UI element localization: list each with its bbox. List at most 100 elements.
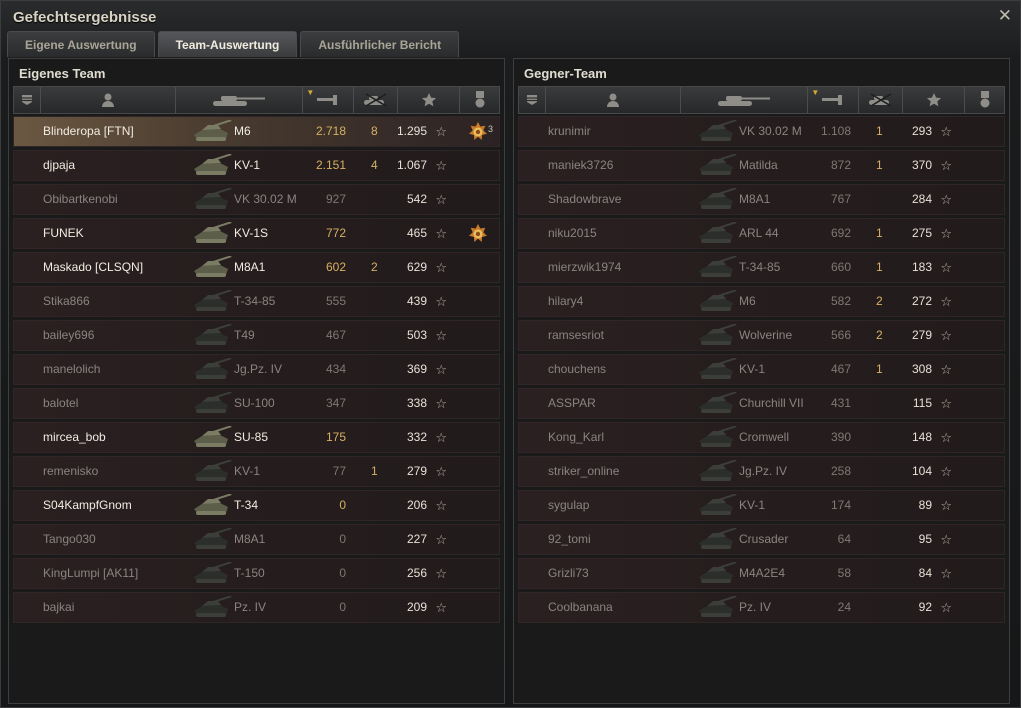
table-row[interactable]: maniek3726 Matilda 872 1 370 ☆ xyxy=(518,150,1005,181)
enemy-header-player[interactable] xyxy=(546,87,681,113)
tank-icon xyxy=(695,119,739,144)
tank-icon xyxy=(190,493,234,518)
table-row[interactable]: bailey696 T49 467 503 ☆ xyxy=(13,320,500,351)
medal-count: 3 xyxy=(487,124,493,134)
table-row[interactable]: Obibartkenobi VK 30.02 M 927 542 ☆ xyxy=(13,184,500,215)
table-row[interactable]: Tango030 M8A1 0 227 ☆ xyxy=(13,524,500,555)
xp-star-icon: ☆ xyxy=(435,328,447,343)
table-row[interactable]: mircea_bob SU-85 175 332 ☆ xyxy=(13,422,500,453)
table-row[interactable]: FUNEK KV-1S 772 465 ☆ xyxy=(13,218,500,249)
tank-icon xyxy=(190,595,234,620)
table-row[interactable]: chouchens KV-1 467 1 308 ☆ xyxy=(518,354,1005,385)
table-row[interactable]: KingLumpi [AK11] T-150 0 256 ☆ xyxy=(13,558,500,589)
own-header-damage[interactable]: ▼ xyxy=(303,87,354,113)
xp-value: 629 xyxy=(406,260,427,274)
enemy-header-kills[interactable] xyxy=(859,87,904,113)
xp-value: 1.067 xyxy=(396,158,427,172)
tank-name: M8A1 xyxy=(739,192,771,206)
player-name: hilary4 xyxy=(548,294,584,308)
own-header-xp-star[interactable] xyxy=(398,87,461,113)
damage-value: 467 xyxy=(325,328,346,342)
player-name: niku2015 xyxy=(548,226,597,240)
table-row[interactable]: ASSPAR Churchill VII 431 115 ☆ xyxy=(518,388,1005,419)
xp-value: 227 xyxy=(406,532,427,546)
damage-value: 390 xyxy=(830,430,851,444)
table-row[interactable]: Kong_Karl Cromwell 390 148 ☆ xyxy=(518,422,1005,453)
table-row[interactable]: krunimir VK 30.02 M 1.108 1 293 ☆ xyxy=(518,116,1005,147)
tank-icon xyxy=(190,221,234,246)
xp-star-icon: ☆ xyxy=(435,464,447,479)
table-row[interactable]: manelolich Jg.Pz. IV 434 369 ☆ xyxy=(13,354,500,385)
table-row[interactable]: djpaja KV-1 2.151 4 1.067 ☆ xyxy=(13,150,500,181)
own-header-kills[interactable] xyxy=(354,87,399,113)
tank-icon xyxy=(695,459,739,484)
table-row[interactable]: Maskado [CLSQN] M8A1 602 2 629 ☆ xyxy=(13,252,500,283)
enemy-header-medal[interactable] xyxy=(965,87,1004,113)
xp-star-icon: ☆ xyxy=(940,566,952,581)
table-row[interactable]: balotel SU-100 347 338 ☆ xyxy=(13,388,500,419)
enemy-header-damage[interactable]: ▼ xyxy=(808,87,859,113)
damage-value: 77 xyxy=(332,464,346,478)
kills-value: 1 xyxy=(876,362,883,376)
table-row[interactable]: S04KampfGnom T-34 0 206 ☆ xyxy=(13,490,500,521)
tank-icon xyxy=(695,221,739,246)
table-row[interactable]: niku2015 ARL 44 692 1 275 ☆ xyxy=(518,218,1005,249)
own-header-medal[interactable] xyxy=(460,87,499,113)
table-row[interactable]: bajkai Pz. IV 0 209 ☆ xyxy=(13,592,500,623)
table-row[interactable]: Coolbanana Pz. IV 24 92 ☆ xyxy=(518,592,1005,623)
tank-icon xyxy=(190,289,234,314)
tank-icon xyxy=(190,119,234,144)
damage-value: 431 xyxy=(830,396,851,410)
table-row[interactable]: Blinderopa [FTN] M6 2.718 8 1.295 ☆ 3 xyxy=(13,116,500,147)
tank-name: SU-85 xyxy=(234,430,269,444)
tank-icon xyxy=(190,425,234,450)
xp-star-icon: ☆ xyxy=(435,260,447,275)
tab-ausfuehrlicher-bericht[interactable]: Ausführlicher Bericht xyxy=(300,31,460,57)
own-header-tank[interactable] xyxy=(176,87,304,113)
xp-value: 308 xyxy=(911,362,932,376)
tank-name: T-34-85 xyxy=(739,260,781,274)
damage-icon xyxy=(821,94,845,106)
table-row[interactable]: sygulap KV-1 174 89 ☆ xyxy=(518,490,1005,521)
table-row[interactable]: mierzwik1974 T-34-85 660 1 183 ☆ xyxy=(518,252,1005,283)
enemy-team-title: Gegner-Team xyxy=(524,66,607,81)
tank-name: T49 xyxy=(234,328,255,342)
player-name: bajkai xyxy=(43,600,75,614)
table-row[interactable]: 92_tomi Crusader 64 95 ☆ xyxy=(518,524,1005,555)
table-row[interactable]: hilary4 M6 582 2 272 ☆ xyxy=(518,286,1005,317)
own-team-panel: Eigenes Team ▼ Blinderopa [FTN] M6 2.718 8 1… xyxy=(8,58,505,704)
tank-name: M8A1 xyxy=(234,532,266,546)
tank-icon xyxy=(695,357,739,382)
table-row[interactable]: ramsesriot Wolverine 566 2 279 ☆ xyxy=(518,320,1005,351)
tank-icon xyxy=(190,255,234,280)
table-row[interactable]: remenisko KV-1 77 1 279 ☆ xyxy=(13,456,500,487)
medal-icon[interactable] xyxy=(467,121,489,143)
enemy-team-header: ▼ xyxy=(518,86,1005,114)
player-name: 92_tomi xyxy=(548,532,591,546)
xp-star-icon: ☆ xyxy=(940,158,952,173)
xp-star-icon: ☆ xyxy=(940,498,952,513)
enemy-header-xp-star[interactable] xyxy=(903,87,966,113)
table-row[interactable]: Shadowbrave M8A1 767 284 ☆ xyxy=(518,184,1005,215)
own-header-squad[interactable] xyxy=(14,87,41,113)
enemy-header-tank[interactable] xyxy=(681,87,809,113)
table-row[interactable]: Stika866 T-34-85 555 439 ☆ xyxy=(13,286,500,317)
tank-icon xyxy=(695,323,739,348)
tank-icon xyxy=(695,153,739,178)
player-icon xyxy=(606,92,620,108)
own-header-player[interactable] xyxy=(41,87,176,113)
enemy-header-squad[interactable] xyxy=(519,87,546,113)
damage-value: 767 xyxy=(830,192,851,206)
medal-icon[interactable] xyxy=(467,223,489,245)
xp-value: 256 xyxy=(406,566,427,580)
table-row[interactable]: striker_online Jg.Pz. IV 258 104 ☆ xyxy=(518,456,1005,487)
xp-value: 465 xyxy=(406,226,427,240)
damage-value: 258 xyxy=(830,464,851,478)
tab-eigene-auswertung[interactable]: Eigene Auswertung xyxy=(7,31,155,57)
player-name: chouchens xyxy=(548,362,607,376)
player-name: mircea_bob xyxy=(43,430,106,444)
close-icon[interactable]: ✕ xyxy=(998,6,1012,26)
tab-team-auswertung[interactable]: Team-Auswertung xyxy=(157,31,298,57)
table-row[interactable]: Grizli73 M4A2E4 58 84 ☆ xyxy=(518,558,1005,589)
kills-icon xyxy=(362,93,390,107)
